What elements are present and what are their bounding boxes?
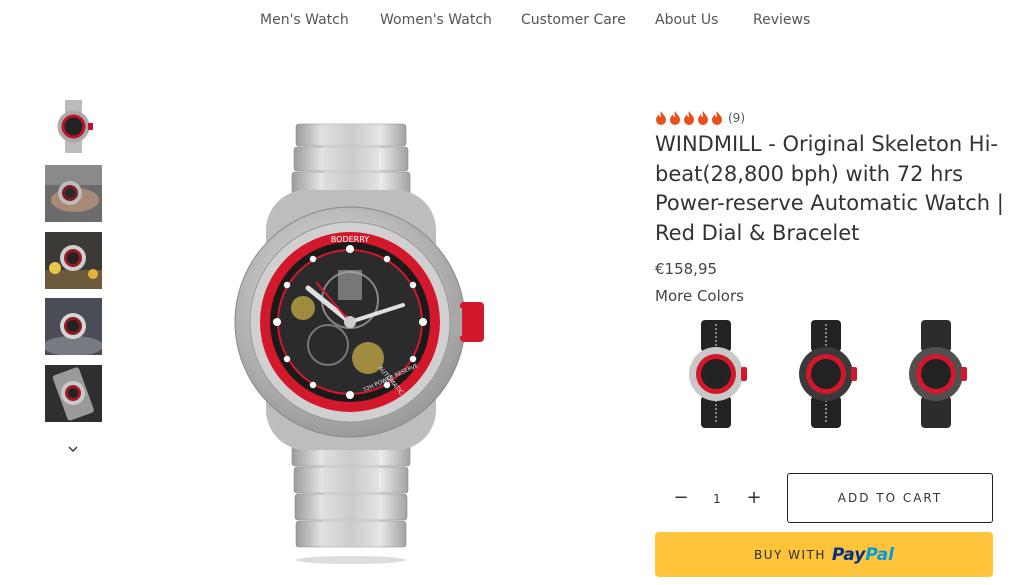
nav-customer-care[interactable]: Customer Care — [521, 12, 626, 28]
nav-about-us[interactable]: About Us — [655, 12, 718, 28]
nav-mens-watch[interactable]: Men's Watch — [260, 12, 349, 28]
thumbnail-5[interactable] — [45, 365, 102, 422]
thumbnail-2[interactable] — [45, 165, 102, 222]
product-main-image: BODERRY AUTOMATIC 72H POWER RESERVE — [234, 123, 484, 564]
watch-case — [234, 190, 484, 450]
flame-icon — [712, 111, 722, 125]
paypal-prefix-text: BUY WITH — [754, 547, 826, 562]
flame-icon — [684, 111, 694, 125]
add-to-cart-button[interactable]: ADD TO CART — [787, 473, 993, 523]
flame-icon — [670, 111, 680, 125]
quantity-input[interactable] — [698, 486, 736, 512]
paypal-logo: PayPal — [831, 544, 894, 565]
nav-womens-watch[interactable]: Women's Watch — [380, 12, 492, 28]
nav-reviews[interactable]: Reviews — [753, 12, 810, 28]
color-option-black-black-strap[interactable] — [793, 318, 863, 430]
more-colors-label: More Colors — [655, 287, 744, 305]
paypal-checkout-button[interactable]: BUY WITH PayPal — [655, 532, 993, 577]
quantity-decrease-button[interactable]: − — [669, 486, 693, 510]
thumbnail-4[interactable] — [45, 298, 102, 355]
thumbnail-1[interactable] — [45, 98, 102, 155]
bracelet-top — [291, 123, 411, 199]
quantity-stepper: − + — [655, 480, 775, 516]
thumbnail-3[interactable] — [45, 232, 102, 289]
quantity-increase-button[interactable]: + — [742, 486, 766, 510]
bracelet-bottom — [291, 439, 411, 564]
main-nav: Men's Watch Women's Watch Customer Care … — [0, 0, 1024, 40]
product-price: €158,95 — [655, 260, 718, 278]
flame-icon — [698, 111, 708, 125]
color-option-gunmetal-rubber-strap[interactable] — [903, 318, 973, 430]
product-title: WINDMILL - Original Skeleton Hi-beat(28,… — [655, 132, 1004, 245]
chevron-down-icon[interactable] — [64, 440, 82, 458]
flame-icon — [656, 111, 666, 125]
dial-brand-text: BODERRY — [331, 235, 369, 244]
color-option-silver-black-strap[interactable] — [683, 318, 753, 430]
product-rating[interactable]: (9) — [655, 110, 745, 126]
rating-count: (9) — [728, 111, 745, 125]
